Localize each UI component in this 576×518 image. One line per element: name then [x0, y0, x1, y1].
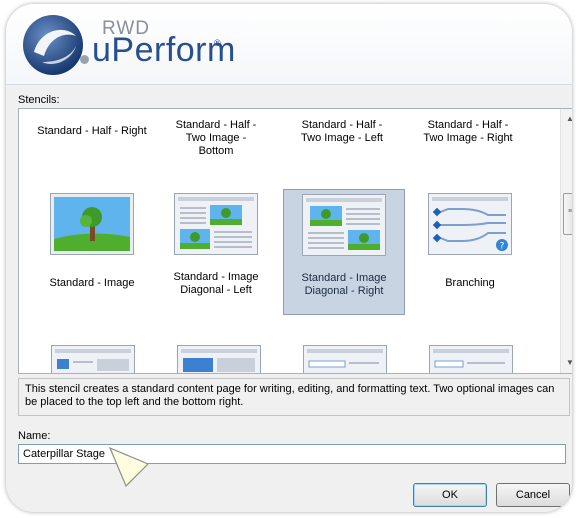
stencil-description: This stencil creates a standard content …	[18, 378, 570, 416]
stencil-branching[interactable]: ? Branching	[409, 189, 531, 313]
stencil-label: Standard - Half - Two Image - Left	[301, 119, 383, 144]
scroll-down-arrow-icon[interactable]: ▼	[561, 355, 572, 371]
uperform-logo-icon	[23, 15, 83, 75]
stencil-label: Standard - Image Diagonal - Right	[301, 272, 387, 297]
ok-button[interactable]: OK	[413, 483, 487, 507]
stencil-label: Standard - Half - Two Image - Right	[423, 119, 513, 144]
stencil-half-right[interactable]: Standard - Half - Right	[31, 119, 153, 138]
stencil-scrollbar[interactable]: ▲ ≡ ▼	[560, 109, 572, 373]
stencil-grid: Standard - Half - Right Standard - Half …	[19, 109, 559, 373]
stencil-row3-thumbnail-1[interactable]	[51, 345, 135, 374]
stencil-image-diagonal-right[interactable]: Standard - Image Diagonal - Right	[283, 189, 405, 315]
stencil-label: Standard - Half - Right	[37, 125, 147, 137]
stencil-label: Standard - Image Diagonal - Left	[173, 271, 259, 296]
stencil-label: Standard - Half - Two Image - Bottom	[175, 119, 257, 157]
dialog-window: RWD uPerform ® Stencils: Standard - Half…	[6, 4, 572, 512]
stencil-row3-thumbnail-2[interactable]	[177, 345, 261, 374]
stencil-image-thumbnail	[50, 193, 134, 255]
stencil-label: Branching	[445, 277, 495, 289]
stencil-gallery[interactable]: Standard - Half - Right Standard - Half …	[18, 108, 572, 374]
name-label: Name:	[18, 430, 51, 442]
scroll-up-arrow-icon[interactable]: ▲	[561, 111, 572, 127]
cancel-button[interactable]: Cancel	[496, 483, 570, 507]
name-input[interactable]	[18, 444, 566, 464]
stencil-image[interactable]: Standard - Image	[31, 189, 153, 313]
stencil-half-two-image-bottom[interactable]: Standard - Half - Two Image - Bottom	[155, 119, 277, 158]
callout-pointer-icon	[108, 446, 150, 488]
stencil-diagonal-left-thumbnail	[174, 193, 258, 255]
brand-name-text: uPerform	[92, 31, 236, 69]
stencil-half-two-image-right[interactable]: Standard - Half - Two Image - Right	[407, 119, 529, 145]
stencil-diagonal-right-thumbnail	[302, 194, 386, 256]
grip-icon: ≡	[568, 208, 572, 215]
stencil-image-diagonal-left[interactable]: Standard - Image Diagonal - Left	[155, 189, 277, 313]
logo-dot	[80, 55, 89, 64]
stencil-branching-thumbnail: ?	[428, 193, 512, 255]
stencils-label: Stencils:	[18, 94, 60, 106]
svg-text:?: ?	[500, 242, 505, 252]
stencil-half-two-image-left[interactable]: Standard - Half - Two Image - Left	[281, 119, 403, 145]
brand-header: RWD uPerform ®	[6, 4, 572, 85]
stencil-row3-thumbnail-4[interactable]	[429, 345, 513, 374]
stencil-row3-thumbnail-3[interactable]	[303, 345, 387, 374]
stencil-label: Standard - Image	[49, 277, 135, 289]
scrollbar-thumb[interactable]: ≡	[563, 193, 572, 235]
registered-mark: ®	[214, 38, 221, 48]
